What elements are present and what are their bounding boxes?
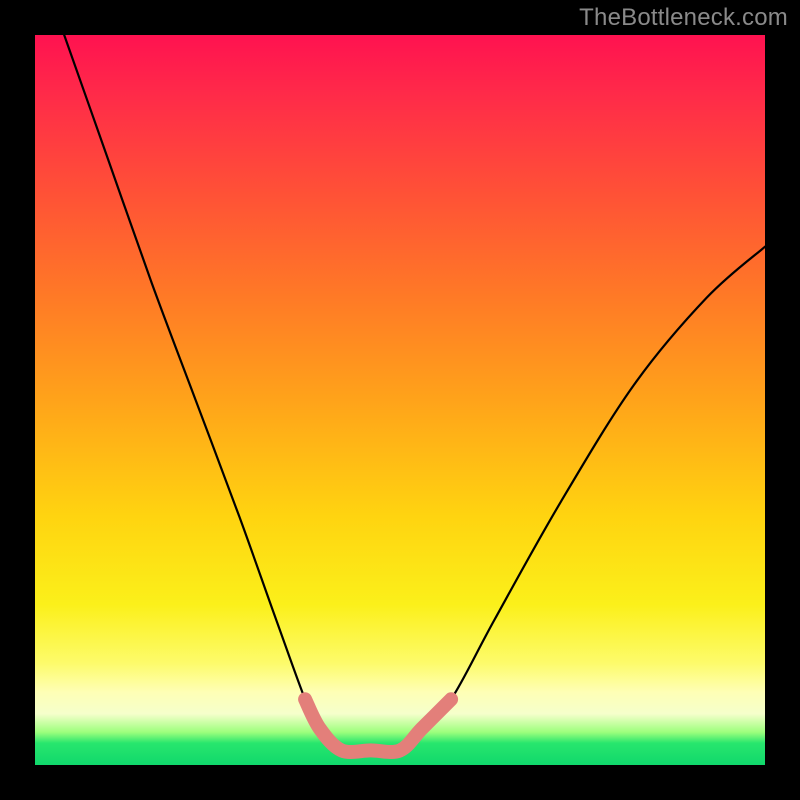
valley-overlay [305,699,451,752]
bottleneck-curve [64,35,765,752]
chart-frame: TheBottleneck.com [0,0,800,800]
curve-layer [35,35,765,765]
watermark-text: TheBottleneck.com [579,4,788,32]
plot-area [35,35,765,765]
